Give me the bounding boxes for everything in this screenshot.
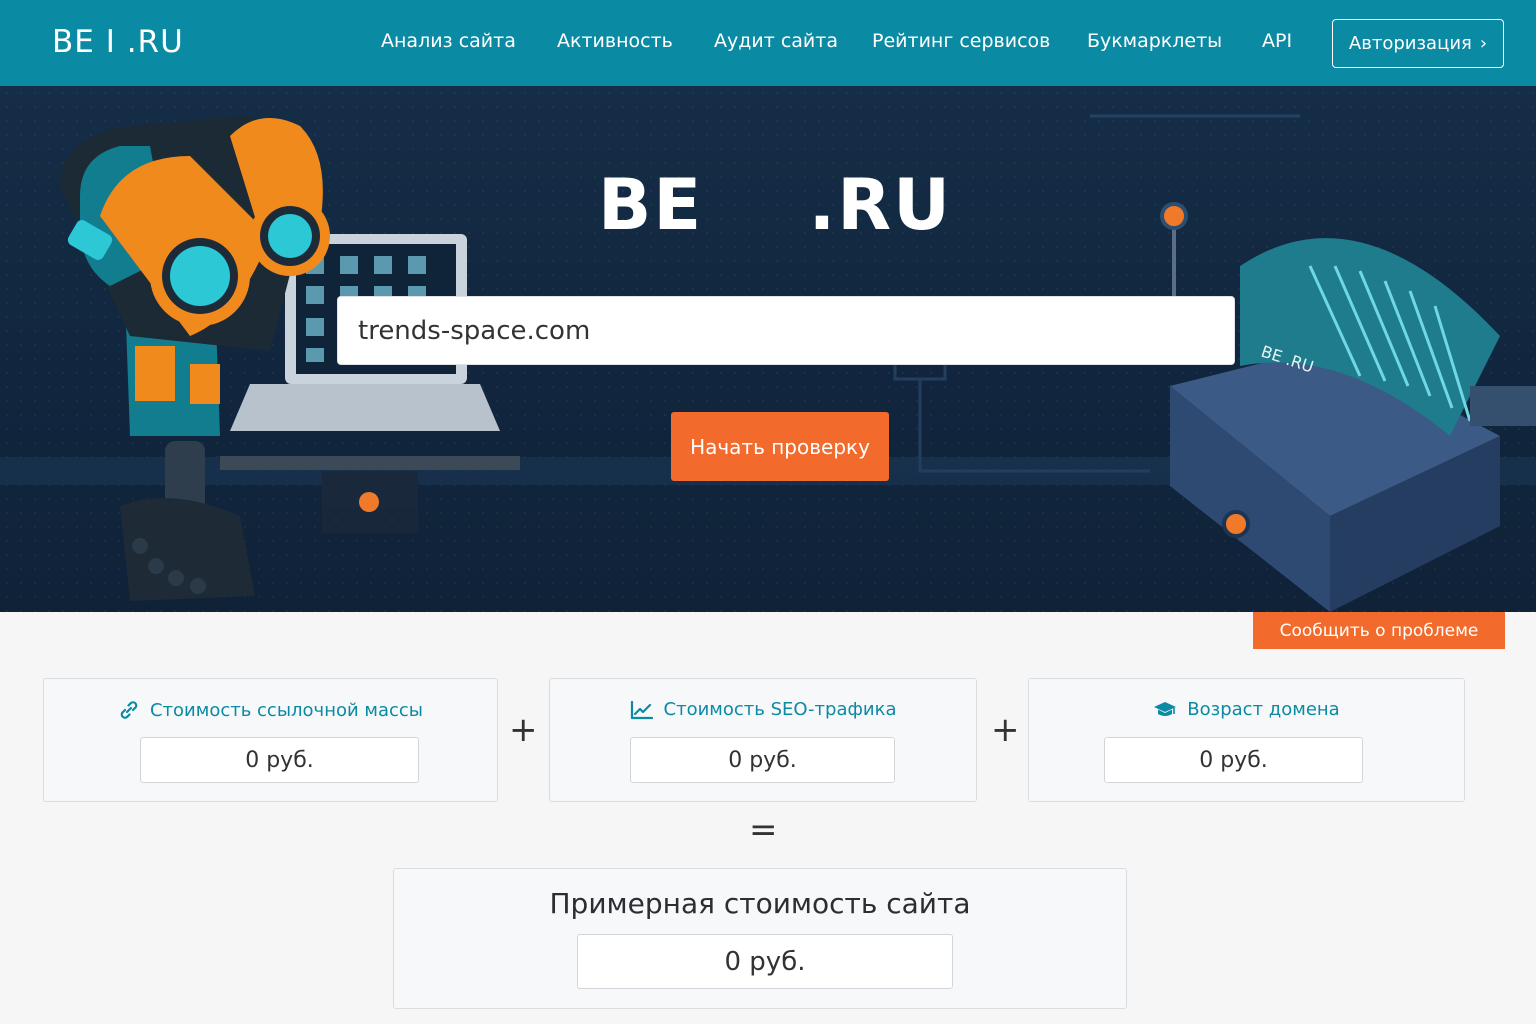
estimated-site-cost-card: Примерная стоимость сайта 0 руб. bbox=[393, 868, 1127, 1009]
chevron-right-icon: › bbox=[1479, 33, 1488, 54]
card-title-seo-traffic: Стоимость SEO-трафика bbox=[550, 699, 976, 720]
top-navbar: BE I .RU Анализ сайта Активность Аудит с… bbox=[0, 0, 1536, 86]
equals-operator: = bbox=[749, 810, 778, 850]
link-icon bbox=[120, 701, 138, 719]
report-problem-button[interactable]: Сообщить о проблеме bbox=[1253, 612, 1505, 649]
nav-site-audit[interactable]: Аудит сайта bbox=[714, 30, 838, 52]
nav-activity[interactable]: Активность bbox=[557, 30, 673, 52]
link-mass-cost-value: 0 руб. bbox=[140, 737, 419, 783]
login-button[interactable]: Авторизация › bbox=[1332, 19, 1504, 68]
hero-orange-light-left bbox=[359, 492, 379, 512]
plus-operator: + bbox=[509, 710, 538, 750]
seo-traffic-cost-value: 0 руб. bbox=[630, 737, 895, 783]
nav-bookmarklets[interactable]: Букмарклеты bbox=[1087, 30, 1222, 52]
hero-brand-title: BE .RU bbox=[598, 164, 952, 246]
domain-age-value: 0 руб. bbox=[1104, 737, 1363, 783]
estimated-site-cost-value: 0 руб. bbox=[577, 934, 953, 989]
link-mass-cost-card: Стоимость ссылочной массы 0 руб. bbox=[43, 678, 498, 802]
card-title-text: Возраст домена bbox=[1187, 699, 1340, 720]
chart-line-icon bbox=[630, 700, 653, 719]
login-label: Авторизация bbox=[1348, 33, 1472, 54]
start-check-button[interactable]: Начать проверку bbox=[671, 412, 889, 481]
card-title-link-mass: Стоимость ссылочной массы bbox=[44, 699, 497, 721]
site-url-input[interactable] bbox=[337, 296, 1235, 365]
counting-machine-illustration: BE .RU bbox=[1160, 202, 1536, 612]
nav-site-analysis[interactable]: Анализ сайта bbox=[381, 30, 516, 52]
graduation-cap-icon bbox=[1154, 701, 1177, 716]
card-title-text: Стоимость ссылочной массы bbox=[149, 699, 424, 721]
card-title-domain-age: Возраст домена bbox=[1029, 699, 1464, 720]
site-logo[interactable]: BE I .RU bbox=[52, 24, 184, 60]
domain-age-card: Возраст домена 0 руб. bbox=[1028, 678, 1465, 802]
nav-api[interactable]: API bbox=[1262, 30, 1292, 52]
seo-traffic-cost-card: Стоимость SEO-трафика 0 руб. bbox=[549, 678, 977, 802]
estimated-site-cost-title: Примерная стоимость сайта bbox=[549, 887, 971, 920]
plus-operator: + bbox=[991, 710, 1020, 750]
nav-services-rating[interactable]: Рейтинг сервисов bbox=[872, 30, 1050, 52]
card-title-text: Стоимость SEO-трафика bbox=[663, 699, 897, 720]
